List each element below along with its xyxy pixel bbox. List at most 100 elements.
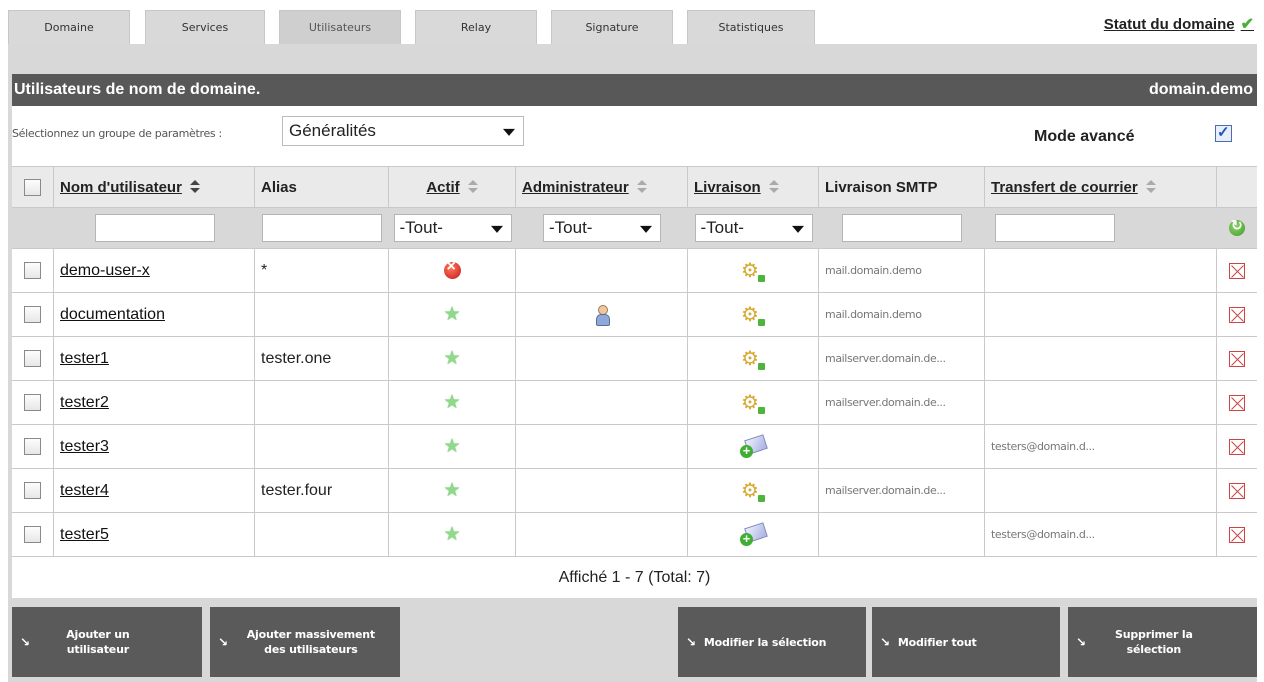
tab-utilisateurs[interactable]: Utilisateurs [279,10,401,44]
edit-selection-button[interactable]: ↘ Modifier la sélection [678,607,866,677]
table-row: demo-user-x * mail.domain.demo [12,249,1257,293]
bulk-add-users-button[interactable]: ↘ Ajouter massivement des utilisateurs [210,607,400,677]
username-cell: tester2 [54,381,255,424]
tab-domaine[interactable]: Domaine [8,10,130,44]
forward-cell [985,381,1217,424]
username-link[interactable]: tester3 [60,438,109,456]
row-checkbox[interactable] [24,350,41,367]
filter-active-value: -Tout- [399,218,443,237]
col-active[interactable]: Actif [389,167,516,207]
username-link[interactable]: demo-user-x [60,262,150,280]
relay-icon [741,258,765,283]
mailbox-icon [740,435,766,459]
domain-status-link[interactable]: Statut du domaine ✔ [1104,14,1254,34]
admin-cell [516,293,688,336]
param-group-select[interactable]: Généralités [282,116,524,146]
col-alias: Alias [255,167,389,207]
row-checkbox[interactable] [24,394,41,411]
username-link[interactable]: tester1 [60,350,109,368]
tab-relay[interactable]: Relay [415,10,537,44]
row-checkbox[interactable] [24,526,41,543]
delete-icon[interactable] [1229,438,1245,455]
filter-username-input[interactable] [94,214,215,242]
advanced-mode-checkbox[interactable] [1215,123,1232,142]
arrow-icon: ↘ [20,635,30,649]
col-active-label[interactable]: Actif [426,179,459,196]
delete-cell [1217,249,1257,292]
mailbox-icon [740,523,766,547]
forward-value: testers@domain.d... [991,528,1095,541]
table-row: tester3 ★ testers@domain.d... [12,425,1257,469]
alias-cell: tester.one [255,337,389,380]
col-forward-label[interactable]: Transfert de courrier [991,179,1138,196]
alias-value: tester.four [261,481,333,499]
username-link[interactable]: tester5 [60,526,109,544]
filter-smtp-input[interactable] [842,214,962,242]
username-cell: tester5 [54,513,255,556]
edit-all-button[interactable]: ↘ Modifier tout [872,607,1060,677]
col-smtp: Livraison SMTP [819,167,985,207]
col-admin-label[interactable]: Administrateur [522,179,629,196]
table-row: tester1 tester.one ★ mailserver.domain.de..… [12,337,1257,381]
col-delivery-label[interactable]: Livraison [694,179,761,196]
delete-icon[interactable] [1229,350,1245,367]
row-select-cell [12,337,54,380]
tab-signature[interactable]: Signature [551,10,673,44]
username-link[interactable]: tester4 [60,482,109,500]
admin-cell [516,425,688,468]
delivery-cell [688,381,819,424]
domain-status-label[interactable]: Statut du domaine [1104,16,1235,33]
sort-icon[interactable] [1145,180,1156,194]
forward-cell [985,469,1217,512]
tab-statistiques[interactable]: Statistiques [687,10,815,44]
sort-icon[interactable] [467,180,478,194]
col-delivery[interactable]: Livraison [688,167,819,207]
row-checkbox[interactable] [24,438,41,455]
row-checkbox[interactable] [24,262,41,279]
inactive-icon [443,258,461,279]
active-cell [389,249,516,292]
alias-cell [255,425,389,468]
param-group-label: Sélectionnez un groupe de paramètres : [12,127,222,140]
username-link[interactable]: documentation [60,306,165,324]
col-admin[interactable]: Administrateur [516,167,688,207]
table-header: Nom d'utilisateur Alias Actif Administra… [12,166,1257,208]
delete-icon[interactable] [1229,482,1245,499]
table-row: tester2 ★ mailserver.domain.de... [12,381,1257,425]
tab-services[interactable]: Services [145,10,265,44]
delete-icon[interactable] [1229,306,1245,323]
smtp-value: mail.domain.demo [825,264,922,277]
filter-forward-input[interactable] [995,214,1115,242]
col-username-label[interactable]: Nom d'utilisateur [60,179,182,196]
delete-icon[interactable] [1229,526,1245,543]
row-checkbox[interactable] [24,306,41,323]
tab-bar: Domaine Services Utilisateurs Relay Sign… [0,0,1264,44]
delivery-cell [688,469,819,512]
delete-icon[interactable] [1229,394,1245,411]
delete-selection-button[interactable]: ↘ Supprimer la sélection [1068,607,1257,677]
col-actions [1217,167,1257,207]
filter-admin-select[interactable]: -Tout- [543,214,661,242]
admin-cell [516,469,688,512]
col-forward[interactable]: Transfert de courrier [985,167,1217,207]
smtp-cell: mail.domain.demo [819,293,985,336]
admin-cell [516,513,688,556]
arrow-icon: ↘ [1076,635,1086,649]
delete-icon[interactable] [1229,262,1245,279]
refresh-icon[interactable] [1229,217,1245,236]
filter-delivery-value: -Tout- [700,218,744,237]
sort-icon[interactable] [768,180,779,194]
filter-alias-input[interactable] [262,214,382,242]
filter-active-select[interactable]: -Tout- [393,214,512,242]
row-checkbox[interactable] [24,482,41,499]
col-username[interactable]: Nom d'utilisateur [54,167,255,207]
sort-icon[interactable] [636,180,647,194]
arrow-icon: ↘ [218,635,228,649]
add-user-button[interactable]: ↘ Ajouter un utilisateur [12,607,202,677]
filter-delivery-select[interactable]: -Tout- [694,214,813,242]
sort-icon[interactable] [189,180,200,194]
select-all-checkbox[interactable] [24,178,41,196]
username-link[interactable]: tester2 [60,394,109,412]
filter-alias-cell [255,208,389,248]
chevron-down-icon [791,225,804,233]
